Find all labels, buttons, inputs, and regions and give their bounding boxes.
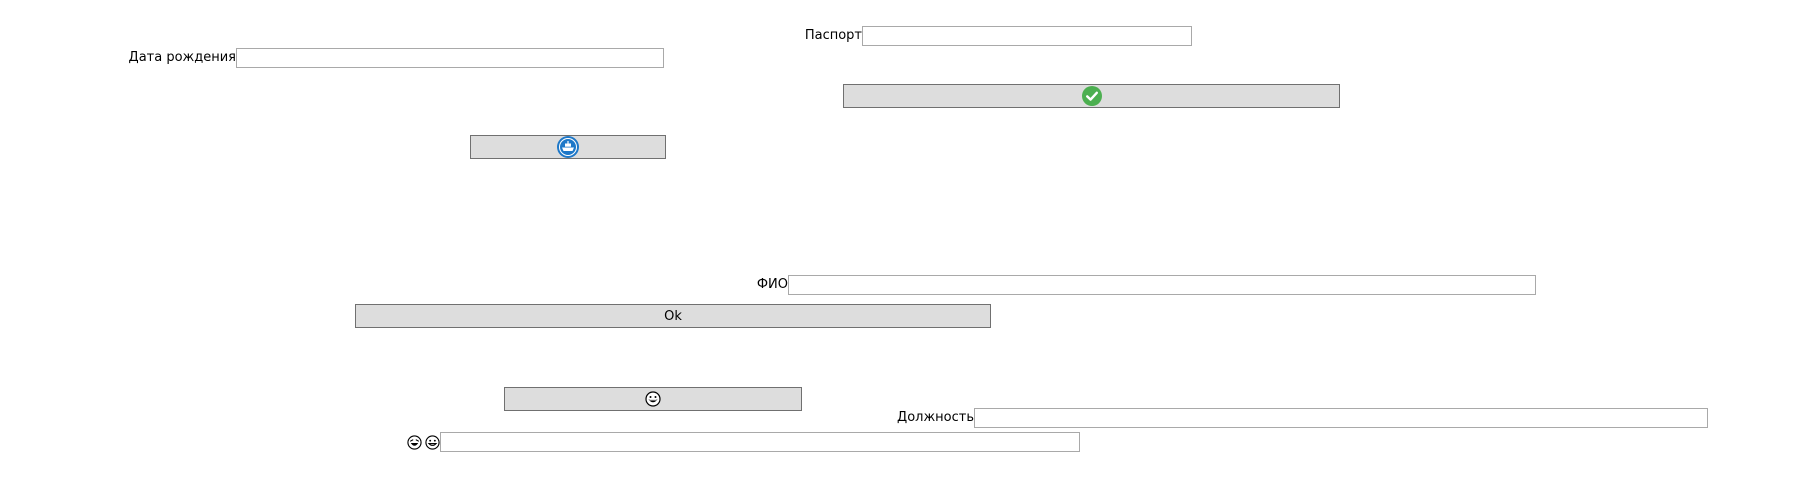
masked-face-emoji-icon (645, 391, 661, 407)
birth-date-label: Дата рождения (128, 50, 236, 65)
emoji-input[interactable] (440, 432, 1080, 452)
full-name-label: ФИО (756, 277, 788, 292)
ok-button[interactable]: Ok (355, 304, 991, 328)
green-check-circle-icon (1081, 86, 1102, 106)
emblem-button[interactable] (470, 135, 666, 159)
emoji-button[interactable] (504, 387, 802, 411)
passport-input[interactable] (862, 26, 1192, 46)
full-name-input[interactable] (788, 275, 1536, 295)
confirm-check-button[interactable] (843, 84, 1340, 108)
position-input[interactable] (974, 408, 1708, 428)
blue-emblem-icon (557, 136, 579, 158)
passport-label: Паспорт (804, 28, 862, 43)
laughing-face-emoji-icon (407, 434, 422, 450)
position-label: Должность (897, 410, 974, 425)
emoji-label (398, 432, 440, 452)
grinning-face-emoji-icon (425, 434, 440, 450)
birth-date-input[interactable] (236, 48, 664, 68)
